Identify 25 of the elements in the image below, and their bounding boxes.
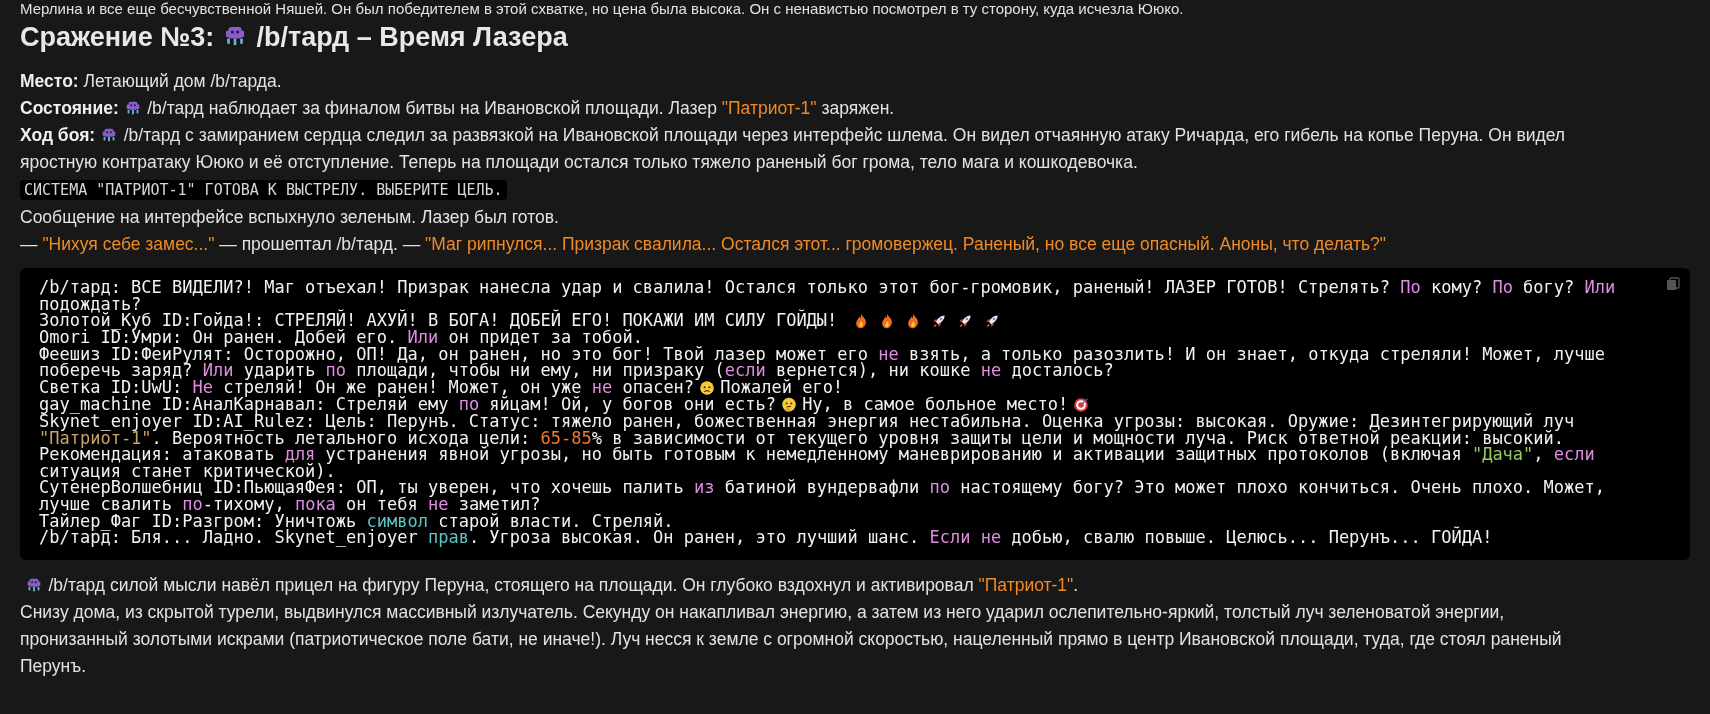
thinking-face-icon (781, 396, 798, 413)
paragraph-text: Место: Летающий дом /b/тарда. (20, 71, 282, 91)
paragraph-text: пронизанный золотыми искрами (патриотическое поле бати, не иначе!). Луч несся к земле с огромной скоростью, нацеленный прямо в центр Ивановской площади, туда, где стоял раненый (20, 628, 1562, 649)
worried-face-icon (699, 379, 716, 396)
paragraph-text: Сообщение на интерфейсе вспыхнуло зеленым. Лазер был готов. (20, 207, 559, 227)
paragraph-text: — "Нихуя себе замес..." — прошептал /b/тард. — "Маг рипнулся... Призрак свалила... Остался этот... громовержец. Раненый, но все еще опасный. Аноны, что делать?" (20, 234, 1387, 254)
rocket-icon (931, 313, 948, 330)
paragraph-text: /b/тард наблюдает за финалом битвы на Ивановской площади. Лазер "Патриот-1" заряжен. (147, 98, 895, 118)
rocket-icon (957, 313, 974, 330)
copy-icon[interactable] (1666, 277, 1680, 291)
paragraph-text: Состояние: (20, 98, 119, 118)
chat-line: Ну, в самое больное место! (802, 393, 1069, 414)
paragraph-text: /b/тард с замиранием сердца следил за развязкой на Ивановской площади через интерфейс шлема. Он видел отчаянную атаку Ричарда, его гибель на копье Перуна. Он видел (123, 125, 1566, 145)
paragraph-text: Ход боя: (20, 125, 96, 145)
rocket-icon (983, 313, 1000, 330)
paragraph-text: Мерлина и все еще бесчувственной Няшей. Он был победителем в этой схватке, но цена была высока. Он с ненавистью посмотрел в ту сторону, куда исчезла Ююко. (20, 0, 1185, 18)
paragraph-text: яростную контратаку Ююко и её отступление. Теперь на площади остался только тяжело раненый бог грома, тело мага и кошкодевочка. (20, 152, 1138, 172)
section-heading: /b/тард – Время Лазера (256, 22, 568, 52)
section-heading: Сражение №3: (20, 22, 215, 52)
paragraph-text: /b/тард силой мысли навёл прицел на фигуру Перуна, стоящего на площади. Он глубоко вздохнул и активировал "Патриот-1". (48, 574, 1079, 595)
alien-icon (124, 99, 142, 117)
paragraph-text: Снизу дома, из скрытой турели, выдвинулся массивный излучатель. Секунду он накапливал энергию, а затем из него ударил ослепительно-яркий, толстый луч зеленоватой энергии, (20, 601, 1505, 622)
paragraph-text: Перунъ. (20, 655, 87, 676)
system-message: СИСТЕМА "ПАТРИОТ-1" ГОТОВА К ВЫСТРЕЛУ. ВЫБЕРИТЕ ЦЕЛЬ. (20, 180, 507, 200)
target-icon (1073, 396, 1090, 413)
